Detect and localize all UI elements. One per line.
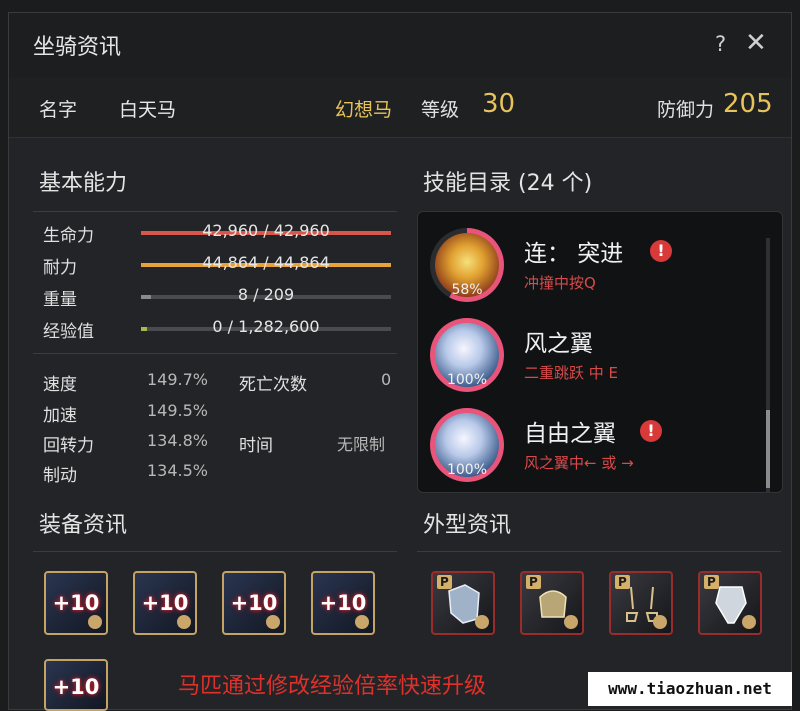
divider <box>33 551 397 552</box>
stat-label-stamina: 耐力 <box>43 258 77 278</box>
help-icon[interactable]: ? <box>715 32 726 56</box>
basic-abilities-title: 基本能力 <box>39 171 128 196</box>
name-label: 名字 <box>39 99 78 121</box>
skill-percent: 100% <box>446 372 488 388</box>
equipment-slot-saddle[interactable]: +10 <box>133 571 197 635</box>
enhance-level: +10 <box>230 591 278 615</box>
close-icon[interactable]: ✕ <box>745 28 767 58</box>
defense-value: 205 <box>723 89 773 119</box>
divider <box>417 551 781 552</box>
site-watermark: www.tiaozhuan.net <box>588 672 792 706</box>
speed-value: 149.7% <box>147 370 209 389</box>
skill-key-hint: 风之翼中← 或 → <box>524 454 634 472</box>
stat-label-exp: 经验值 <box>43 322 94 342</box>
equipment-slot-stirrups[interactable]: +10 <box>222 571 286 635</box>
defense-label: 防御力 <box>657 99 715 121</box>
appearance-slot-stirrup[interactable]: P <box>609 571 673 635</box>
divider <box>33 353 397 354</box>
weight-text: 8 / 209 <box>237 285 295 304</box>
coin-icon <box>355 615 369 629</box>
mount-info-row: 名字 白天马 幻想马 等级 30 防御力 205 <box>9 77 791 138</box>
coin-icon <box>742 615 756 629</box>
appearance-slot-saddle[interactable]: P <box>520 571 584 635</box>
equipment-slot-horseshoe-2[interactable]: +10 <box>44 659 108 711</box>
deaths-label: 死亡次数 <box>239 375 307 395</box>
title-bar: 坐骑资讯 ? ✕ <box>9 13 791 78</box>
coin-icon <box>266 615 280 629</box>
overlay-caption: 马匹通过修改经验倍率快速升级 <box>178 674 487 699</box>
skill-key-hint: 冲撞中按Q <box>524 274 596 292</box>
equipment-title: 装备资讯 <box>39 513 128 538</box>
stat-label-hp: 生命力 <box>43 226 94 246</box>
time-label: 时间 <box>239 436 273 456</box>
brake-label: 制动 <box>43 466 77 486</box>
equipment-slot-horseshoe[interactable]: +10 <box>311 571 375 635</box>
speed-label: 速度 <box>43 375 77 395</box>
coin-icon <box>177 615 191 629</box>
enhance-level: +10 <box>52 675 100 699</box>
brake-value: 134.5% <box>147 461 209 480</box>
level-label: 等级 <box>421 99 460 121</box>
time-value: 无限制 <box>337 435 386 454</box>
skill-list: 58% 连： 突进 ! 冲撞中按Q 100% 风之翼 二重跳跃 中 E 100%… <box>417 211 783 493</box>
skill-name: 自由之翼 <box>524 421 616 447</box>
mount-type: 幻想马 <box>335 99 393 121</box>
level-value: 30 <box>482 89 516 119</box>
mount-name: 白天马 <box>119 99 177 121</box>
mount-info-window: 坐骑资讯 ? ✕ 名字 白天马 幻想马 等级 30 防御力 205 基本能力 生… <box>8 12 792 711</box>
skill-scrollbar[interactable] <box>766 238 770 493</box>
skill-name: 风之翼 <box>524 331 593 357</box>
divider <box>33 211 397 212</box>
accel-label: 加速 <box>43 406 77 426</box>
skill-percent: 58% <box>451 282 483 298</box>
window-title: 坐骑资讯 <box>33 35 122 60</box>
skills-title: 技能目录 (24 个) <box>423 171 593 196</box>
skill-item-wind-wing[interactable]: 100% 风之翼 二重跳跃 中 E <box>418 312 758 400</box>
appearance-slot-barding[interactable]: P <box>431 571 495 635</box>
warning-icon: ! <box>640 420 662 442</box>
accel-value: 149.5% <box>147 401 209 420</box>
coin-icon <box>475 615 489 629</box>
turn-value: 134.8% <box>147 431 209 450</box>
skill-key-hint: 二重跳跃 中 E <box>524 364 619 382</box>
enhance-level: +10 <box>52 591 100 615</box>
coin-icon <box>88 615 102 629</box>
coin-icon <box>564 615 578 629</box>
scrollbar-thumb[interactable] <box>766 410 770 488</box>
skill-name: 连： 突进 <box>524 241 624 267</box>
coin-icon <box>653 615 667 629</box>
stat-label-weight: 重量 <box>43 290 77 310</box>
enhance-level: +10 <box>141 591 189 615</box>
stamina-text: 44,864 / 44,864 <box>202 253 330 272</box>
warning-icon: ! <box>650 240 672 262</box>
appearance-slot-mask[interactable]: P <box>698 571 762 635</box>
appearance-title: 外型资讯 <box>423 513 512 538</box>
enhance-level: +10 <box>319 591 367 615</box>
skill-percent: 100% <box>446 462 488 478</box>
turn-label: 回转力 <box>43 436 94 456</box>
skill-item-free-wing[interactable]: 100% 自由之翼 ! 风之翼中← 或 → <box>418 402 758 490</box>
skill-item-charge[interactable]: 58% 连： 突进 ! 冲撞中按Q <box>418 222 758 310</box>
hp-text: 42,960 / 42,960 <box>202 221 330 240</box>
exp-text: 0 / 1,282,600 <box>212 317 320 336</box>
equipment-slot-armor[interactable]: +10 <box>44 571 108 635</box>
deaths-value: 0 <box>381 370 392 389</box>
